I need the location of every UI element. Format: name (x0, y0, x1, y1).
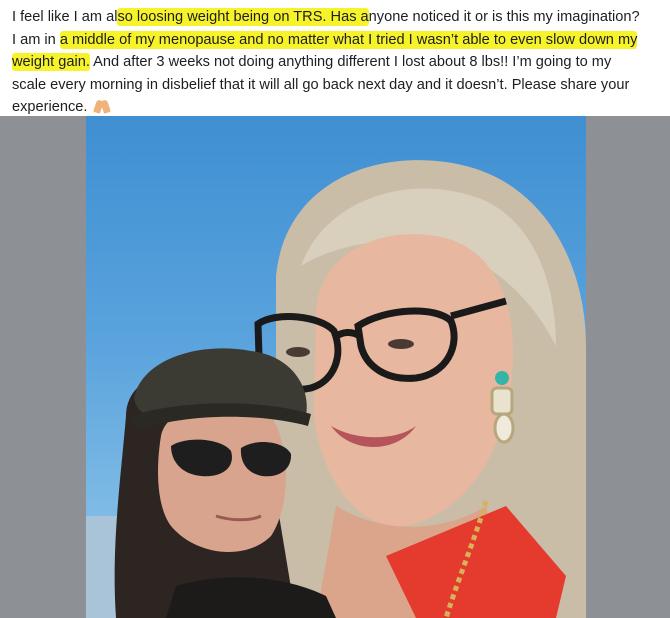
post-line-4: scale every morning in disbelief that it… (12, 74, 664, 97)
highlighted-text: a middle of my menopause and no matter w… (59, 30, 638, 49)
post-line-1: I feel like I am also loosing weight bei… (12, 6, 664, 29)
photo-illustration (86, 160, 586, 618)
post-text-segment: I feel like I am al (12, 9, 118, 25)
eye-right (388, 339, 414, 349)
post-photo-frame[interactable] (0, 116, 670, 618)
post-text: I feel like I am also loosing weight bei… (12, 6, 664, 119)
post-line-2: I am in a middle of my menopause and no … (12, 29, 664, 52)
post-line-3: weight gain. And after 3 weeks not doing… (12, 51, 664, 74)
earring-drop (493, 412, 515, 444)
eye-left (286, 347, 310, 357)
post-text-segment: nyone noticed it or is this my imaginati… (368, 9, 640, 25)
highlighted-text: weight gain. (12, 53, 90, 72)
child-face (158, 403, 286, 553)
post-text-segment: experience. (12, 99, 88, 116)
highlighted-text: so loosing weight being on TRS. Has a (117, 8, 369, 26)
selfie-photo[interactable] (86, 116, 586, 618)
post-text-segment: scale every morning in disbelief that it… (12, 76, 630, 93)
post-text-segment: And after 3 weeks not doing anything dif… (89, 54, 612, 71)
folded-hands-icon (94, 99, 110, 113)
earring-gem (495, 371, 509, 385)
earring-body (490, 386, 514, 416)
post-text-segment: I am in (12, 31, 60, 48)
